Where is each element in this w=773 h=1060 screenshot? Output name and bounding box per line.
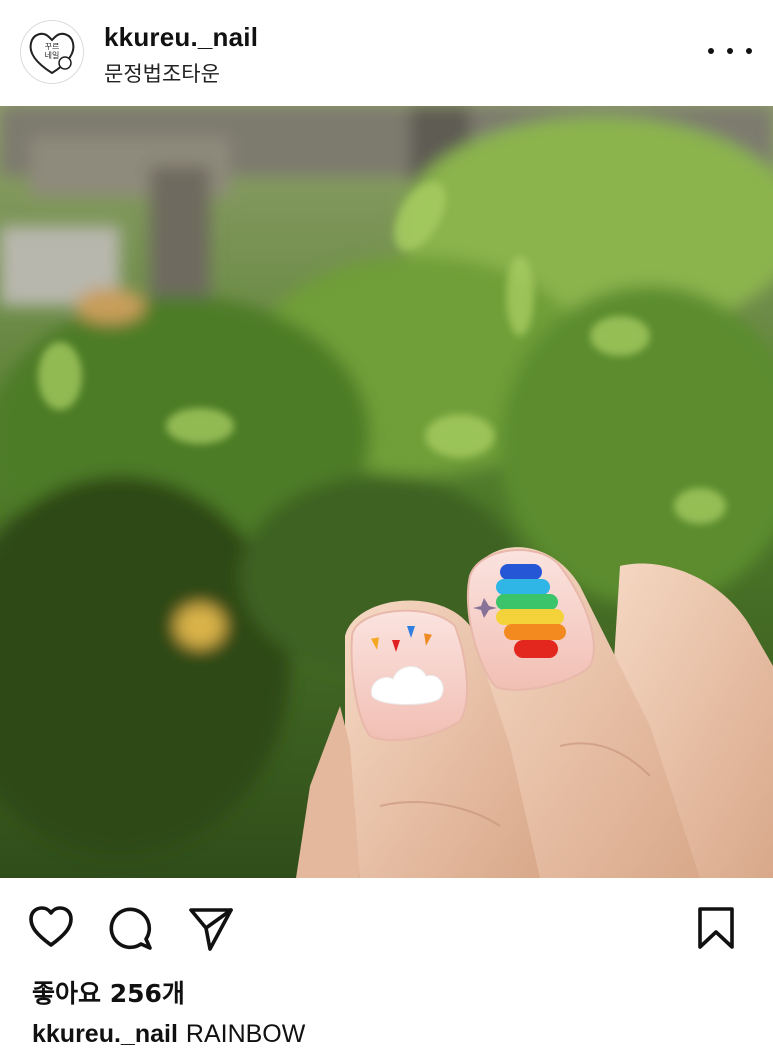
comment-icon[interactable]	[108, 906, 154, 957]
post-photo[interactable]	[0, 106, 773, 878]
more-dot	[708, 48, 714, 54]
profile-avatar[interactable]: 꾸르 네일	[20, 20, 84, 84]
nail-art-photo	[0, 106, 773, 878]
more-dot	[727, 48, 733, 54]
avatar-heart-logo: 꾸르 네일	[29, 32, 75, 75]
caption-username[interactable]: kkureu._nail	[32, 1020, 178, 1048]
avatar-text-2: 네일	[45, 51, 60, 60]
more-options-icon[interactable]	[708, 36, 752, 66]
post-username[interactable]: kkureu._nail	[104, 22, 258, 53]
share-paper-plane-icon[interactable]	[188, 906, 234, 957]
post-actions	[0, 878, 773, 974]
post-caption: kkureu._nail RAINBOW	[32, 1020, 305, 1049]
post-header: 꾸르 네일 kkureu._nail 문정법조타운	[0, 0, 773, 106]
post-location[interactable]: 문정법조타운	[104, 58, 220, 88]
bookmark-icon[interactable]	[696, 906, 736, 955]
avatar-text-1: 꾸르	[45, 42, 60, 51]
more-dot	[746, 48, 752, 54]
heart-icon[interactable]	[28, 906, 74, 953]
like-count[interactable]: 좋아요 256개	[32, 974, 185, 1010]
caption-text: RAINBOW	[185, 1020, 306, 1048]
